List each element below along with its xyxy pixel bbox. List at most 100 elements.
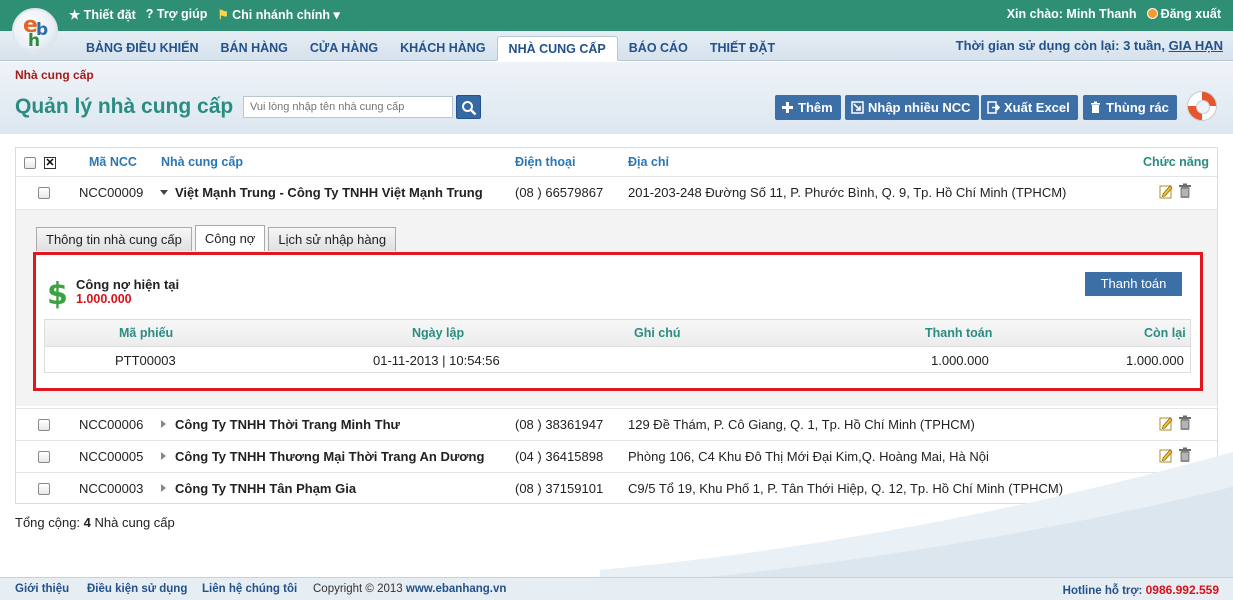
footer: Giới thiệu Điều kiện sử dụng Liên hệ chú… <box>0 577 1233 600</box>
main-nav: BẢNG ĐIỀU KHIỂN BÁN HÀNG CỬA HÀNG KHÁCH … <box>0 31 1233 61</box>
edit-icon[interactable] <box>1159 447 1173 463</box>
supplier-detail-panel: Thông tin nhà cung cấp Công nợ Lịch sử n… <box>16 209 1217 406</box>
row-checkbox[interactable] <box>38 483 50 495</box>
debt-section: $ Công nợ hiện tại 1.000.000 Thanh toán … <box>33 252 1203 391</box>
supplier-phone: (08 ) 37159101 <box>515 481 604 496</box>
export-excel-button[interactable]: Xuất Excel <box>981 95 1078 120</box>
total-prefix: Tổng cộng: <box>15 515 81 530</box>
table-row[interactable]: NCC00006 Công Ty TNHH Thời Trang Minh Th… <box>16 408 1217 440</box>
supplier-code: NCC00003 <box>79 481 144 496</box>
col-function: Chức năng <box>1143 155 1209 169</box>
export-icon <box>987 101 1000 114</box>
table-row[interactable]: NCC00005 Công Ty TNHH Thương Mại Thời Tr… <box>16 440 1217 472</box>
col-address[interactable]: Địa chỉ <box>628 155 669 169</box>
export-label: Xuất Excel <box>1004 100 1070 115</box>
tab-store[interactable]: CỬA HÀNG <box>299 36 389 61</box>
footer-contact-link[interactable]: Liên hệ chúng tôi <box>202 583 297 595</box>
tab-debt[interactable]: Công nợ <box>194 225 266 251</box>
receipt-remaining: 1.000.000 <box>1126 353 1184 368</box>
power-icon <box>1146 8 1158 19</box>
supplier-phone: (08 ) 38361947 <box>515 417 604 432</box>
col-phone[interactable]: Điện thoại <box>515 155 575 169</box>
hotline-label: Hotline hỗ trợ: <box>1062 585 1143 597</box>
copyright: Copyright © 2013 www.ebanhang.vn <box>313 583 506 595</box>
plus-icon <box>782 102 793 113</box>
search-icon <box>462 101 477 116</box>
col-remaining: Còn lại <box>1144 326 1186 340</box>
collapse-arrow-icon[interactable] <box>160 190 168 195</box>
current-debt-value: 1.000.000 <box>76 292 132 306</box>
search-button[interactable] <box>456 95 481 119</box>
select-all-checkbox[interactable] <box>24 157 36 169</box>
settings-link[interactable]: ★ Thiết đặt <box>69 7 136 22</box>
trash-bin-button[interactable]: Thùng rác <box>1083 95 1177 120</box>
col-paid: Thanh toán <box>925 326 993 340</box>
tab-dashboard[interactable]: BẢNG ĐIỀU KHIỂN <box>75 36 210 61</box>
help-link[interactable]: ? Trợ giúp <box>146 7 208 22</box>
tab-sales[interactable]: BÁN HÀNG <box>210 36 299 61</box>
supplier-name[interactable]: Công Ty TNHH Tân Phạm Gia <box>175 481 356 496</box>
usage-text: Thời gian sử dụng còn lại: 3 tuần, <box>955 38 1165 53</box>
logout-label: Đăng xuất <box>1160 7 1221 21</box>
delete-icon[interactable] <box>1178 183 1192 199</box>
supplier-phone: (04 ) 36415898 <box>515 449 604 464</box>
delete-icon[interactable] <box>1178 447 1192 463</box>
table-row[interactable]: NCC00003 Công Ty TNHH Tân Phạm Gia (08 )… <box>16 472 1217 504</box>
tab-import-history[interactable]: Lịch sử nhập hàng <box>268 227 397 251</box>
expand-arrow-icon[interactable] <box>161 484 166 492</box>
supplier-address: 201-203-248 Đường Số 11, P. Phước Bình, … <box>628 185 1067 200</box>
total-count: 4 <box>83 515 91 530</box>
supplier-code: NCC00006 <box>79 417 144 432</box>
breadcrumb[interactable]: Nhà cung cấp <box>15 68 94 82</box>
total-summary: Tổng cộng: 4 Nhà cung cấp <box>15 515 175 530</box>
tab-settings[interactable]: THIẾT ĐẶT <box>699 36 786 61</box>
tab-customers[interactable]: KHÁCH HÀNG <box>389 36 496 61</box>
add-label: Thêm <box>798 100 833 115</box>
supplier-name[interactable]: Công Ty TNHH Thời Trang Minh Thư <box>175 417 400 432</box>
hotline-number: 0986.992.559 <box>1145 583 1219 597</box>
import-suppliers-button[interactable]: Nhập nhiều NCC <box>845 95 979 120</box>
tab-reports[interactable]: BÁO CÁO <box>618 36 699 61</box>
tab-suppliers[interactable]: NHÀ CUNG CẤP <box>496 36 618 61</box>
pay-button[interactable]: Thanh toán <box>1085 272 1182 296</box>
supplier-name[interactable]: Công Ty TNHH Thương Mại Thời Trang An Dư… <box>175 449 484 464</box>
expand-arrow-icon[interactable] <box>161 420 166 428</box>
branch-selector[interactable]: ⚑ Chi nhánh chính ▾ <box>217 7 339 22</box>
supplier-name[interactable]: Việt Mạnh Trung - Công Ty TNHH Việt Mạnh… <box>175 185 483 200</box>
dollar-icon: $ <box>47 277 68 312</box>
supplier-code: NCC00009 <box>79 185 144 200</box>
receipt-code: PTT00003 <box>115 353 176 368</box>
lifebuoy-support-icon[interactable] <box>1187 91 1217 121</box>
logout-link[interactable]: Đăng xuất <box>1146 7 1221 21</box>
trash-icon <box>1091 101 1100 113</box>
footer-terms-link[interactable]: Điều kiện sử dụng <box>87 583 187 595</box>
col-supplier[interactable]: Nhà cung cấp <box>161 155 243 169</box>
col-receipt: Mã phiếu <box>119 326 174 340</box>
ebanhang-logo[interactable]: ebh <box>12 8 58 54</box>
add-supplier-button[interactable]: Thêm <box>775 95 841 120</box>
renew-link[interactable]: GIA HẠN <box>1169 38 1223 53</box>
debt-table-header: Mã phiếu Ngày lập Ghi chú Thanh toán Còn… <box>45 320 1190 346</box>
row-checkbox[interactable] <box>38 187 50 199</box>
table-row[interactable]: NCC00009 Việt Mạnh Trung - Công Ty TNHH … <box>16 176 1217 208</box>
expand-arrow-icon[interactable] <box>161 452 166 460</box>
col-code[interactable]: Mã NCC <box>89 155 137 169</box>
footer-about-link[interactable]: Giới thiệu <box>15 583 69 595</box>
tab-supplier-info[interactable]: Thông tin nhà cung cấp <box>36 227 192 251</box>
current-debt-label: Công nợ hiện tại <box>76 277 180 292</box>
search-input[interactable] <box>243 96 453 118</box>
row-checkbox[interactable] <box>38 451 50 463</box>
edit-icon[interactable] <box>1159 415 1173 431</box>
site-link[interactable]: www.ebanhang.vn <box>406 583 507 595</box>
edit-icon[interactable] <box>1159 479 1173 495</box>
hotline: Hotline hỗ trợ: 0986.992.559 <box>1063 583 1219 597</box>
edit-icon[interactable] <box>1159 183 1173 199</box>
row-checkbox[interactable] <box>38 419 50 431</box>
clear-selection-icon[interactable]: ✕ <box>44 157 56 169</box>
top-bar: ★ Thiết đặt ? Trợ giúp ⚑ Chi nhánh chính… <box>0 0 1233 31</box>
col-date: Ngày lập <box>412 326 465 340</box>
delete-icon[interactable] <box>1178 415 1192 431</box>
caret-down-icon: ▾ <box>333 8 340 22</box>
receipt-date: 01-11-2013 | 10:54:56 <box>373 353 500 368</box>
delete-icon[interactable] <box>1178 479 1192 495</box>
